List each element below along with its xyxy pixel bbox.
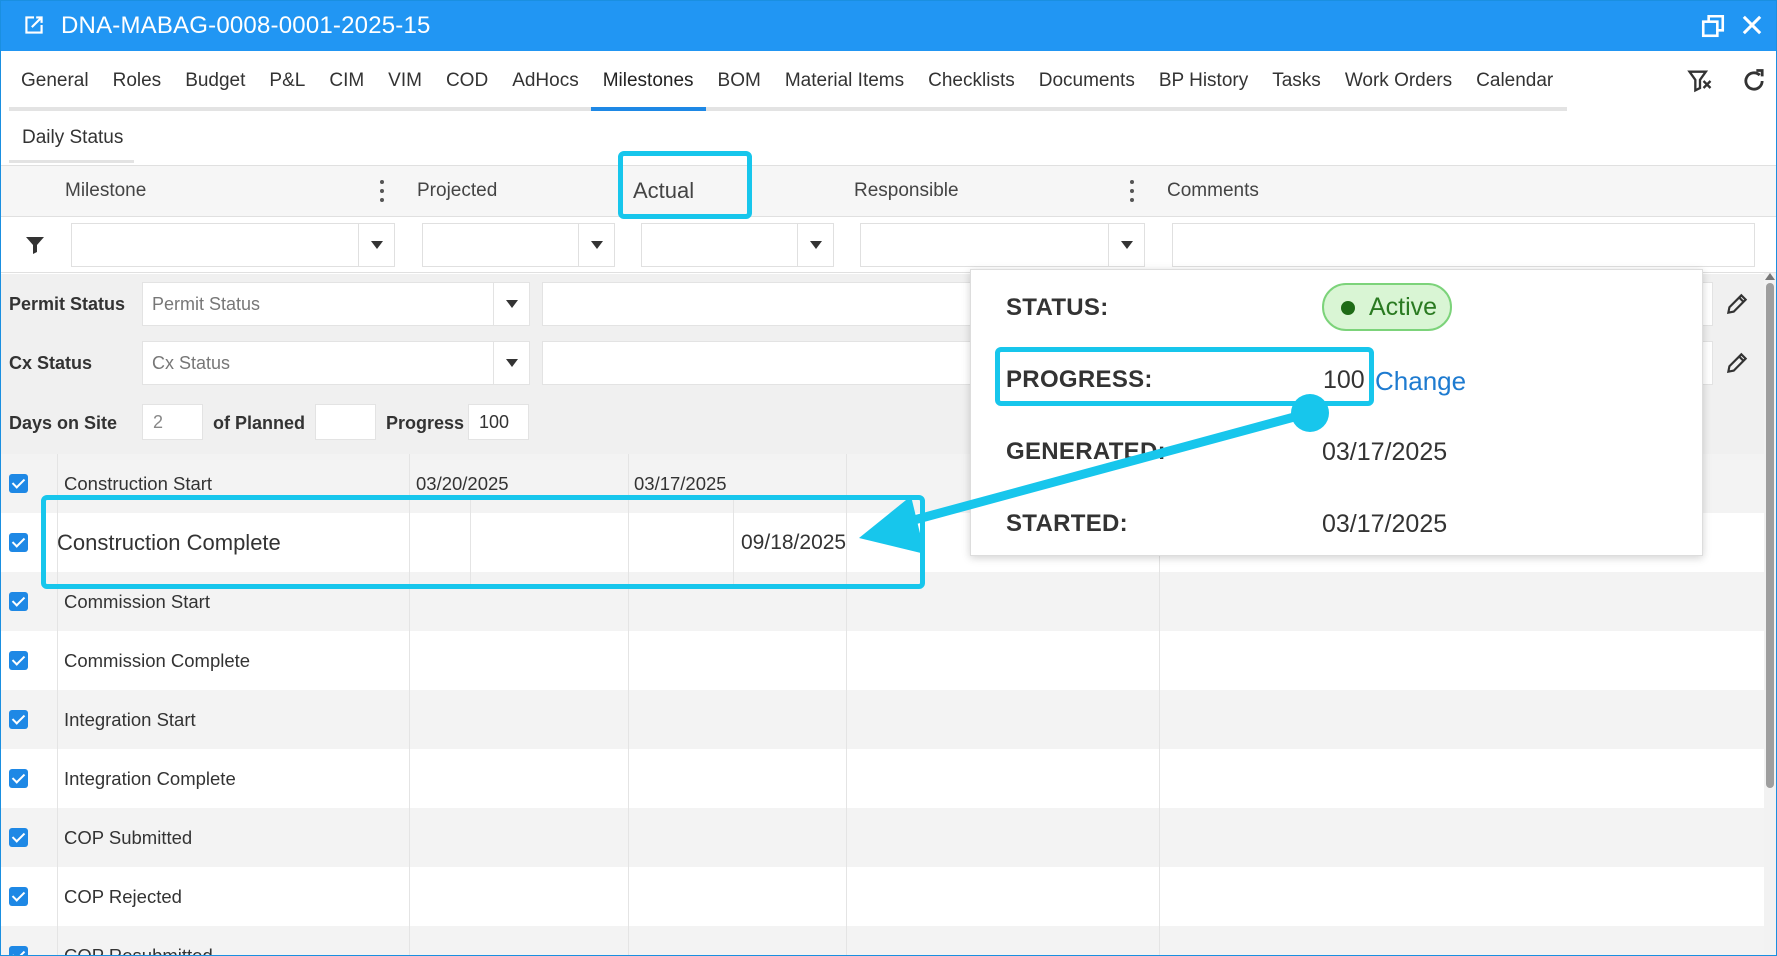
annotation-arrow	[859, 394, 1329, 554]
milestones-window: DNA-MABAG-0008-0001-2025-15 General Role…	[0, 0, 1777, 956]
